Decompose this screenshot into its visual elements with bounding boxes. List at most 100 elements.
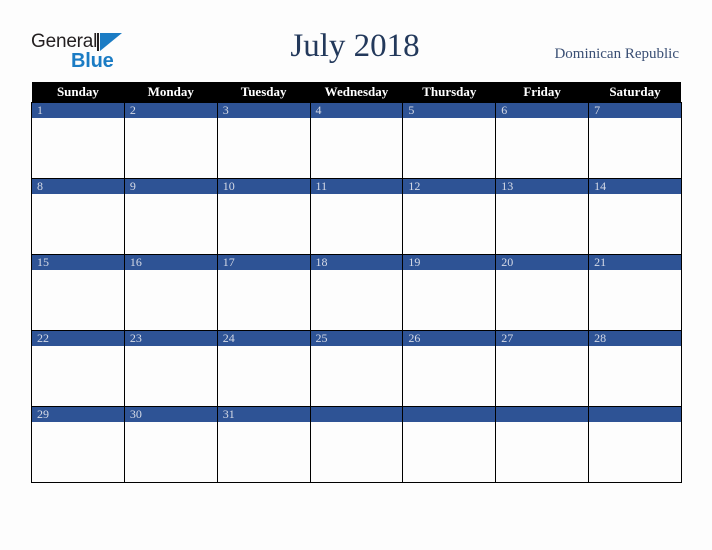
day-number: 7 <box>589 103 681 118</box>
day-number <box>403 407 496 422</box>
day-events-area[interactable] <box>218 346 310 406</box>
calendar-day-cell[interactable]: 7 <box>588 102 682 179</box>
calendar-day-cell[interactable]: 24 <box>216 330 311 407</box>
calendar-day-cell-empty[interactable] <box>495 406 590 483</box>
calendar-day-cell[interactable]: 15 <box>31 254 125 331</box>
calendar-week-row: 15 16 17 18 19 20 21 <box>31 254 682 331</box>
day-number: 31 <box>217 407 310 422</box>
day-number: 2 <box>124 103 217 118</box>
day-number: 21 <box>589 255 681 270</box>
calendar-day-cell[interactable]: 16 <box>123 254 218 331</box>
weekday-header-saturday: Saturday <box>588 82 682 103</box>
day-events-area[interactable] <box>403 270 495 330</box>
calendar-day-cell[interactable]: 19 <box>402 254 497 331</box>
calendar-day-cell[interactable]: 1 <box>31 102 125 179</box>
calendar-day-cell[interactable]: 18 <box>309 254 404 331</box>
country-label: Dominican Republic <box>554 46 679 62</box>
day-events-area[interactable] <box>311 346 403 406</box>
calendar-day-cell[interactable]: 14 <box>588 178 682 255</box>
day-events-area[interactable] <box>496 270 588 330</box>
day-number: 25 <box>310 331 403 346</box>
day-number: 26 <box>403 331 496 346</box>
day-events-area[interactable] <box>496 422 588 482</box>
calendar-day-cell[interactable]: 20 <box>495 254 590 331</box>
calendar-day-cell[interactable]: 30 <box>123 406 218 483</box>
calendar-page: General Blue July 2018 Dominican Republi… <box>0 0 712 550</box>
day-events-area[interactable] <box>589 194 681 254</box>
calendar-day-cell[interactable]: 10 <box>216 178 311 255</box>
page-title: July 2018 <box>290 28 420 64</box>
day-events-area[interactable] <box>311 118 403 178</box>
day-events-area[interactable] <box>218 422 310 482</box>
day-events-area[interactable] <box>125 422 217 482</box>
day-number: 9 <box>124 179 217 194</box>
day-number: 29 <box>32 407 124 422</box>
calendar-day-cell[interactable]: 28 <box>588 330 682 407</box>
calendar-day-cell[interactable]: 12 <box>402 178 497 255</box>
day-events-area[interactable] <box>589 422 681 482</box>
day-events-area[interactable] <box>403 422 495 482</box>
day-events-area[interactable] <box>496 346 588 406</box>
weekday-header-tuesday: Tuesday <box>217 82 311 103</box>
calendar-day-cell[interactable]: 8 <box>31 178 125 255</box>
page-header: General Blue July 2018 Dominican Republi… <box>0 0 712 82</box>
calendar-day-cell[interactable]: 9 <box>123 178 218 255</box>
day-events-area[interactable] <box>589 346 681 406</box>
day-events-area[interactable] <box>403 346 495 406</box>
day-number: 30 <box>124 407 217 422</box>
calendar-day-cell[interactable]: 31 <box>216 406 311 483</box>
logo-text-blue: Blue <box>71 50 114 72</box>
day-events-area[interactable] <box>125 118 217 178</box>
calendar-day-cell-empty[interactable] <box>402 406 497 483</box>
calendar-day-cell[interactable]: 26 <box>402 330 497 407</box>
calendar-day-cell[interactable]: 29 <box>31 406 125 483</box>
day-number: 14 <box>589 179 681 194</box>
day-events-area[interactable] <box>311 422 403 482</box>
day-events-area[interactable] <box>311 270 403 330</box>
calendar-day-cell[interactable]: 6 <box>495 102 590 179</box>
day-events-area[interactable] <box>403 118 495 178</box>
calendar-week-row: 1 2 3 4 5 6 7 <box>31 102 682 179</box>
calendar-day-cell-empty[interactable] <box>588 406 682 483</box>
day-events-area[interactable] <box>125 270 217 330</box>
calendar-week-row: 8 9 10 11 12 13 14 <box>31 178 682 255</box>
day-number: 19 <box>403 255 496 270</box>
day-events-area[interactable] <box>589 118 681 178</box>
day-number: 24 <box>217 331 310 346</box>
calendar-day-cell[interactable]: 2 <box>123 102 218 179</box>
day-events-area[interactable] <box>311 194 403 254</box>
day-number: 6 <box>496 103 589 118</box>
calendar-day-cell[interactable]: 11 <box>309 178 404 255</box>
day-events-area[interactable] <box>32 118 124 178</box>
day-events-area[interactable] <box>218 194 310 254</box>
calendar-day-cell[interactable]: 13 <box>495 178 590 255</box>
day-events-area[interactable] <box>403 194 495 254</box>
day-events-area[interactable] <box>125 346 217 406</box>
calendar-day-cell[interactable]: 3 <box>216 102 311 179</box>
day-events-area[interactable] <box>125 194 217 254</box>
day-number: 8 <box>32 179 124 194</box>
triangle-flag-icon <box>100 33 122 51</box>
calendar-day-cell[interactable]: 17 <box>216 254 311 331</box>
day-events-area[interactable] <box>32 270 124 330</box>
day-events-area[interactable] <box>496 194 588 254</box>
day-number: 27 <box>496 331 589 346</box>
calendar-day-cell[interactable]: 5 <box>402 102 497 179</box>
day-events-area[interactable] <box>589 270 681 330</box>
calendar-day-cell[interactable]: 4 <box>309 102 404 179</box>
calendar-week-row: 22 23 24 25 26 27 28 <box>31 330 682 407</box>
calendar-day-cell[interactable]: 23 <box>123 330 218 407</box>
weekday-header-thursday: Thursday <box>402 82 496 103</box>
day-events-area[interactable] <box>496 118 588 178</box>
calendar-day-cell[interactable]: 25 <box>309 330 404 407</box>
day-events-area[interactable] <box>218 270 310 330</box>
day-events-area[interactable] <box>32 346 124 406</box>
day-events-area[interactable] <box>32 422 124 482</box>
calendar-day-cell[interactable]: 22 <box>31 330 125 407</box>
day-events-area[interactable] <box>32 194 124 254</box>
calendar-day-cell-empty[interactable] <box>309 406 404 483</box>
calendar-day-cell[interactable]: 21 <box>588 254 682 331</box>
day-events-area[interactable] <box>218 118 310 178</box>
day-number: 22 <box>32 331 124 346</box>
calendar-day-cell[interactable]: 27 <box>495 330 590 407</box>
